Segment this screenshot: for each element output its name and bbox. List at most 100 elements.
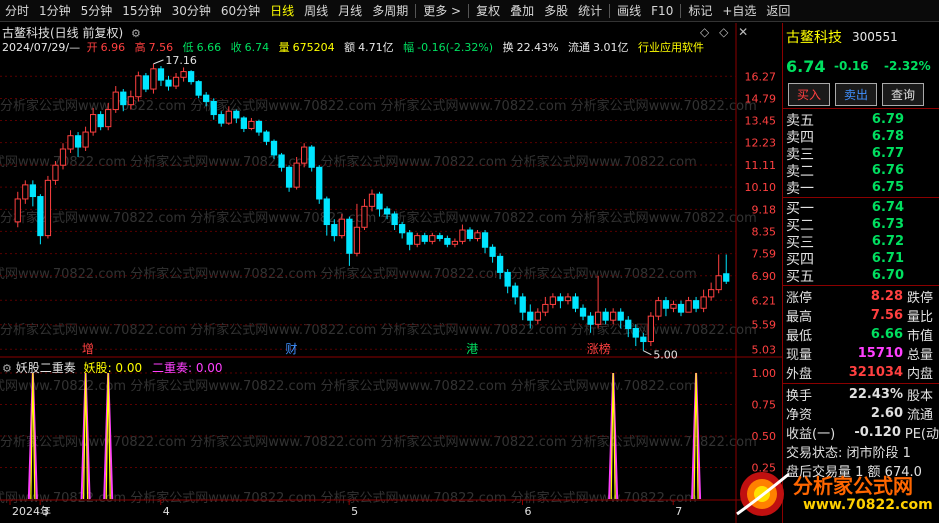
toolbar-item-15[interactable]: 画线 — [612, 0, 646, 22]
stat-label: 现量 — [786, 348, 813, 363]
toolbar-item-18[interactable]: +自选 — [717, 0, 761, 22]
indicator-settings-icon[interactable]: ⚙ — [2, 362, 12, 375]
toolbar-item-17[interactable]: 标记 — [683, 0, 717, 22]
candle-body — [587, 315, 594, 325]
toolbar-item-9[interactable]: 多周期 — [367, 0, 413, 22]
bid-row[interactable]: 买三 6.72 — [783, 233, 939, 251]
y-tick-label: 8.35 — [752, 225, 777, 238]
candle-body — [519, 296, 526, 313]
toolbar-item-7[interactable]: 周线 — [299, 0, 333, 22]
candle-body — [29, 184, 36, 198]
candle-body — [331, 224, 338, 237]
candle-body — [436, 235, 443, 239]
y-tick-label: 5.03 — [752, 343, 777, 356]
toolbar-item-1[interactable]: 1分钟 — [34, 0, 76, 22]
bid-row[interactable]: 买二 6.73 — [783, 216, 939, 234]
candle-body — [383, 208, 391, 215]
buy-button[interactable]: 买入 — [788, 83, 831, 106]
candle-body — [557, 296, 564, 302]
toolbar-separator — [680, 3, 682, 18]
candle-body — [218, 114, 225, 124]
ask-row[interactable]: 卖二 6.76 — [783, 162, 939, 180]
toolbar-item-19[interactable]: 返回 — [761, 0, 795, 22]
toolbar-item-3[interactable]: 15分钟 — [117, 0, 166, 22]
candle-body — [708, 289, 715, 298]
candle-body — [685, 300, 692, 313]
candle-body — [150, 68, 157, 90]
bid-price: 6.72 — [871, 234, 904, 249]
toolbar-item-13[interactable]: 多股 — [539, 0, 573, 22]
toolbar-item-11[interactable]: 复权 — [471, 0, 505, 22]
indicator-legend: ⚙ 妖股二重奏 妖股: 0.00 二重奏: 0.00 — [2, 361, 223, 375]
toolbar-item-12[interactable]: 叠加 — [505, 0, 539, 22]
ask-row[interactable]: 卖四 6.78 — [783, 128, 939, 146]
ask-row[interactable]: 卖五 6.79 — [783, 111, 939, 129]
candle-body — [640, 336, 647, 343]
toolbar-separator — [415, 3, 417, 18]
candle-body — [255, 120, 263, 133]
candle-body — [391, 213, 398, 226]
candle-body — [157, 68, 165, 81]
y-tick-label: 6.21 — [752, 294, 777, 307]
candle-body — [74, 135, 82, 148]
max-annotation: 17.16 — [165, 54, 197, 67]
candle-body — [353, 226, 361, 254]
series-erchongzou-value: 0.00 — [195, 361, 223, 375]
bid-row[interactable]: 买五 6.70 — [783, 267, 939, 285]
toolbar-separator — [609, 3, 611, 18]
candle-body — [610, 311, 617, 321]
bid-row[interactable]: 买四 6.71 — [783, 250, 939, 268]
y-tick-label: 12.23 — [745, 137, 777, 150]
series-yao-name: 妖股 — [83, 361, 108, 375]
toolbar-item-6[interactable]: 日线 — [265, 0, 299, 22]
toolbar-item-4[interactable]: 30分钟 — [167, 0, 216, 22]
toolbar-item-5[interactable]: 60分钟 — [216, 0, 265, 22]
stat-label: 换手 — [786, 389, 813, 404]
candle-body — [564, 296, 572, 302]
bid-price: 6.71 — [871, 251, 904, 266]
candle-body — [617, 311, 624, 321]
stat-label-2: 跌停 — [907, 291, 934, 306]
candle-body — [97, 114, 104, 128]
indicator-title: 妖股二重奏 — [15, 361, 76, 375]
candle-body — [504, 271, 511, 287]
sell-button[interactable]: 卖出 — [835, 83, 878, 106]
candle-body — [594, 311, 602, 325]
candle-body — [496, 255, 504, 273]
candle-body — [14, 198, 21, 223]
toolbar-item-14[interactable]: 统计 — [573, 0, 607, 22]
stat-label-2: PE(动 — [904, 427, 939, 442]
toolbar-item-2[interactable]: 5分钟 — [76, 0, 118, 22]
toolbar-item-0[interactable]: 分时 — [0, 0, 34, 22]
candle-body — [534, 311, 541, 321]
ask-row[interactable]: 卖一 6.75 — [783, 179, 939, 197]
candle-body — [37, 196, 44, 237]
toolbar-item-8[interactable]: 月线 — [333, 0, 367, 22]
toolbar-item-10[interactable]: 更多 > — [418, 0, 466, 22]
query-button[interactable]: 查询 — [882, 83, 925, 106]
min-pointer — [643, 350, 652, 356]
candle-body — [368, 193, 376, 207]
logo-url: www.70822.com — [803, 497, 933, 513]
stat-row: 收益(一) -0.120 PE(动 — [783, 423, 939, 442]
candle-body — [112, 91, 119, 111]
bid-row[interactable]: 买一 6.74 — [783, 199, 939, 217]
price-chart[interactable]: 16.27 14.79 13.45 12.23 11.11 10.10 9.18 8.35 7.… — [0, 23, 782, 523]
event-tag: 财 — [285, 342, 297, 356]
candle-body — [451, 240, 459, 245]
ask-list: 卖五 6.79 卖四 6.78 卖三 6.77 卖二 6.76 卖一 6.75 — [783, 109, 939, 197]
candle-body — [399, 224, 406, 234]
candle-body — [662, 300, 670, 309]
candle-body — [723, 273, 730, 282]
candle-body — [82, 131, 89, 148]
y-tick-label: 16.27 — [745, 70, 777, 83]
candle-body — [285, 166, 293, 188]
candle-body — [59, 148, 67, 166]
candle-body — [142, 75, 150, 90]
candle-body — [700, 296, 707, 309]
candle-body — [361, 205, 368, 228]
period-toolbar: 分时 1分钟 5分钟 15分钟 30分钟 60分钟 日线 周线 月线 多周期 更多 > 复权 叠加 多股统… — [0, 0, 939, 22]
candle-body — [414, 235, 421, 245]
toolbar-item-16[interactable]: F10 — [646, 0, 678, 22]
ask-row[interactable]: 卖三 6.77 — [783, 145, 939, 163]
